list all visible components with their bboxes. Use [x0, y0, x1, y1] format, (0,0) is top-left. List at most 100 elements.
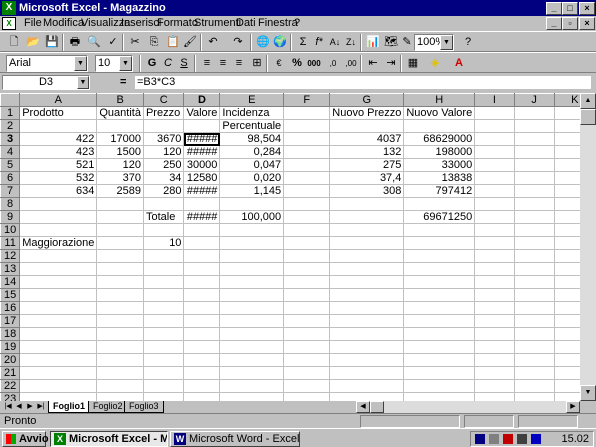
- cell-a22[interactable]: [19, 379, 98, 393]
- cell-f20[interactable]: [283, 353, 331, 367]
- row-header-11[interactable]: 11: [0, 236, 21, 250]
- row-header-2[interactable]: 2: [0, 119, 21, 133]
- cell-d19[interactable]: [183, 340, 221, 354]
- cell-a11[interactable]: Maggiorazione: [19, 236, 98, 250]
- cell-a12[interactable]: [19, 249, 98, 263]
- cell-j18[interactable]: [514, 327, 555, 341]
- cell-h16[interactable]: [403, 301, 476, 315]
- cell-c22[interactable]: [143, 379, 185, 393]
- row-header-10[interactable]: 10: [0, 223, 21, 237]
- cell-h11[interactable]: [403, 236, 476, 250]
- cell-f13[interactable]: [283, 262, 331, 276]
- cell-a15[interactable]: [19, 288, 98, 302]
- cell-c8[interactable]: [143, 197, 185, 211]
- cell-c1[interactable]: Prezzo: [143, 106, 185, 120]
- cell-f11[interactable]: [283, 236, 331, 250]
- column-header-g[interactable]: G: [329, 93, 405, 107]
- cell-i2[interactable]: [474, 119, 515, 133]
- increase-decimal-icon[interactable]: ,0: [323, 55, 343, 72]
- cell-j17[interactable]: [514, 314, 555, 328]
- cell-a13[interactable]: [19, 262, 98, 276]
- decrease-decimal-icon[interactable]: ,00: [341, 55, 361, 72]
- cell-g10[interactable]: [329, 223, 405, 237]
- cell-i10[interactable]: [474, 223, 515, 237]
- cell-j6[interactable]: [514, 171, 555, 185]
- cell-c7[interactable]: 280: [143, 184, 185, 198]
- workbook-icon[interactable]: X: [2, 17, 16, 30]
- cell-j5[interactable]: [514, 158, 555, 172]
- cell-h10[interactable]: [403, 223, 476, 237]
- cell-e20[interactable]: [219, 353, 285, 367]
- cell-c17[interactable]: [143, 314, 185, 328]
- cell-i17[interactable]: [474, 314, 515, 328]
- cell-i13[interactable]: [474, 262, 515, 276]
- cell-d8[interactable]: [183, 197, 221, 211]
- chevron-down-icon[interactable]: ▼: [440, 35, 453, 50]
- cell-f5[interactable]: [283, 158, 331, 172]
- scroll-left-icon[interactable]: ◀: [356, 401, 370, 413]
- cell-d9[interactable]: #####: [183, 210, 221, 224]
- cell-j13[interactable]: [514, 262, 555, 276]
- thousands-button[interactable]: 000: [304, 55, 324, 72]
- cell-c23[interactable]: [143, 392, 185, 401]
- cell-i14[interactable]: [474, 275, 515, 289]
- column-header-j[interactable]: J: [513, 93, 555, 107]
- cell-d21[interactable]: [183, 366, 221, 380]
- cell-h21[interactable]: [403, 366, 476, 380]
- row-header-14[interactable]: 14: [0, 275, 21, 289]
- cell-b22[interactable]: [96, 379, 144, 393]
- cell-c19[interactable]: [143, 340, 185, 354]
- row-header-3[interactable]: 3: [0, 132, 21, 146]
- cell-d7[interactable]: #####: [183, 184, 221, 198]
- cell-h7[interactable]: 797412: [403, 184, 476, 198]
- cell-i1[interactable]: [474, 106, 515, 120]
- cell-h18[interactable]: [403, 327, 476, 341]
- cell-h5[interactable]: 33000: [403, 158, 476, 172]
- cell-j8[interactable]: [514, 197, 555, 211]
- sort-descending-icon[interactable]: Z↓: [341, 34, 361, 51]
- cell-d11[interactable]: [183, 236, 221, 250]
- close-button[interactable]: ×: [579, 2, 595, 15]
- cell-b5[interactable]: 120: [96, 158, 144, 172]
- cell-d17[interactable]: [183, 314, 221, 328]
- cell-b9[interactable]: [96, 210, 144, 224]
- cell-i6[interactable]: [474, 171, 515, 185]
- cell-b23[interactable]: [96, 392, 144, 401]
- cell-c14[interactable]: [143, 275, 185, 289]
- cell-a8[interactable]: [19, 197, 98, 211]
- cell-e2[interactable]: Percentuale: [219, 119, 285, 133]
- start-button[interactable]: Avvio: [2, 431, 49, 447]
- row-header-8[interactable]: 8: [0, 197, 21, 211]
- cell-g17[interactable]: [329, 314, 405, 328]
- cell-a6[interactable]: 532: [19, 171, 98, 185]
- redo-icon[interactable]: ↷: [228, 34, 248, 51]
- tray-monitor-icon[interactable]: [531, 434, 541, 444]
- cell-e3[interactable]: 98,504: [219, 132, 285, 146]
- menu-file[interactable]: File: [24, 17, 42, 30]
- row-header-7[interactable]: 7: [0, 184, 21, 198]
- cell-b7[interactable]: 2589: [96, 184, 144, 198]
- cell-b19[interactable]: [96, 340, 144, 354]
- chevron-down-icon[interactable]: ▼: [77, 76, 89, 89]
- chart-wizard-icon[interactable]: 📊: [363, 34, 383, 51]
- cell-h3[interactable]: 68629000: [403, 132, 476, 146]
- cell-c18[interactable]: [143, 327, 185, 341]
- row-header-6[interactable]: 6: [0, 171, 21, 185]
- menu-strumenti[interactable]: Strumenti: [194, 17, 241, 30]
- fill-color-icon[interactable]: ◈: [425, 55, 445, 72]
- cell-i7[interactable]: [474, 184, 515, 198]
- cell-a5[interactable]: 521: [19, 158, 98, 172]
- cell-c5[interactable]: 250: [143, 158, 185, 172]
- scroll-thumb[interactable]: [580, 109, 596, 125]
- cell-c13[interactable]: [143, 262, 185, 276]
- formula-input[interactable]: =B3*C3: [134, 75, 592, 90]
- cell-i3[interactable]: [474, 132, 515, 146]
- currency-icon[interactable]: €: [269, 55, 289, 72]
- cell-a7[interactable]: 634: [19, 184, 98, 198]
- web-toolbar-icon[interactable]: 🌍: [270, 34, 290, 51]
- cell-b14[interactable]: [96, 275, 144, 289]
- cell-a23[interactable]: [19, 392, 98, 401]
- cell-j11[interactable]: [514, 236, 555, 250]
- cell-g20[interactable]: [329, 353, 405, 367]
- cell-g23[interactable]: [329, 392, 405, 401]
